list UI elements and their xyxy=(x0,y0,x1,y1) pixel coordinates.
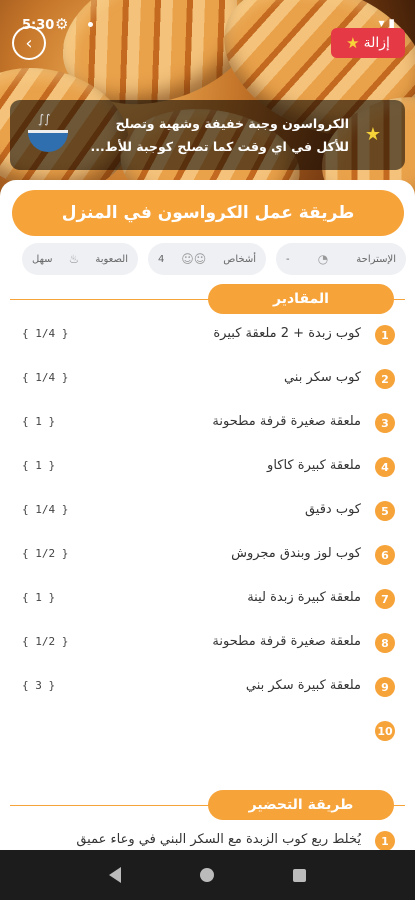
ingredient-number: 7 xyxy=(375,589,395,609)
ingredient-row: 8 ملعقة صغيرة قرفة مطحونة { 1/2 } xyxy=(0,630,415,656)
star-icon[interactable]: ★ xyxy=(365,124,381,145)
ingredients-header: المقادير xyxy=(0,284,415,314)
nav-home-icon[interactable] xyxy=(199,868,214,882)
recipe-card: طريقة عمل الكرواسون في المنزل الإستراحة … xyxy=(0,180,415,851)
ingredient-number: 6 xyxy=(375,545,395,565)
persons-value: 4 xyxy=(158,253,165,265)
ingredient-number: 1 xyxy=(375,325,395,345)
ingredient-number: 2 xyxy=(375,369,395,389)
ingredient-name: ملعقة صغيرة قرفة مطحونة xyxy=(212,414,361,429)
ingredient-quantity: { 1/4 } xyxy=(22,327,69,340)
settings-gear-icon: ⚙ xyxy=(55,15,69,33)
ingredient-number: 5 xyxy=(375,501,395,521)
system-nav-bar xyxy=(0,850,415,900)
ingredient-quantity: { 1/2 } xyxy=(22,635,69,648)
ingredient-quantity: { 1 } xyxy=(22,591,56,604)
back-button[interactable]: ‹ xyxy=(12,26,46,60)
difficulty-chip: الصعوبة ♨ سهل xyxy=(22,243,138,275)
banner-text: الكرواسون وجبة خفيفة وشهية وتصلح للأكل ف… xyxy=(90,116,349,154)
ingredient-name: ملعقة كبيرة كاكاو xyxy=(267,458,361,473)
notification-dot-icon xyxy=(88,22,93,27)
ingredient-name: كوب زبدة + 2 ملعقة كبيرة xyxy=(213,326,361,341)
ingredient-name: ملعقة كبيرة زبدة لينة xyxy=(247,590,361,605)
ingredient-name: كوب سكر بني xyxy=(283,370,361,385)
ingredient-quantity: { 1/4 } xyxy=(22,503,69,516)
ingredient-row: 7 ملعقة كبيرة زبدة لينة { 1 } xyxy=(0,586,415,612)
ingredient-row: 3 ملعقة صغيرة قرفة مطحونة { 1 } xyxy=(0,410,415,436)
ingredient-number: 10 xyxy=(375,721,395,741)
clock-icon: ◔ xyxy=(317,252,329,266)
ingredient-quantity: { 1 } xyxy=(22,415,56,428)
preparation-heading: طريقة التحضير xyxy=(208,790,394,820)
ingredient-name: ملعقة كبيرة سكر بني xyxy=(245,678,361,693)
preparation-header: طريقة التحضير xyxy=(0,790,415,820)
ingredient-row: 4 ملعقة كبيرة كاكاو { 1 } xyxy=(0,454,415,480)
chef-icon: ♨ xyxy=(68,252,80,266)
ingredient-quantity: { 1/2 } xyxy=(22,547,69,560)
step-number: 1 xyxy=(375,831,395,851)
ingredient-row: 10 xyxy=(0,718,415,744)
rest-time-chip: الإستراحة ◔ - xyxy=(276,243,406,275)
ingredients-heading: المقادير xyxy=(208,284,394,314)
step-text: يُخلط ربع كوب الزبدة مع السكر البني في و… xyxy=(76,832,361,847)
ingredient-name: ملعقة صغيرة قرفة مطحونة xyxy=(212,634,361,649)
ingredient-name: كوب لوز وبندق مجروش xyxy=(231,546,361,561)
difficulty-value: سهل xyxy=(32,253,53,265)
ingredient-number: 3 xyxy=(375,413,395,433)
persons-chip: أشخاص ☺☺ 4 xyxy=(148,243,266,275)
recipe-description-banner: ★ الكرواسون وجبة خفيفة وشهية وتصلح للأكل… xyxy=(10,100,405,170)
nav-back-icon[interactable] xyxy=(109,867,122,883)
recipe-title: طريقة عمل الكرواسون في المنزل xyxy=(12,190,404,236)
ingredient-number: 4 xyxy=(375,457,395,477)
ingredient-row: 9 ملعقة كبيرة سكر بني { 3 } xyxy=(0,674,415,700)
people-icon: ☺☺ xyxy=(181,252,207,266)
difficulty-label: الصعوبة xyxy=(95,253,128,265)
bowl-icon: ∫∫ xyxy=(24,112,76,158)
ingredient-quantity: { 3 } xyxy=(22,679,56,692)
ingredient-row: 1 كوب زبدة + 2 ملعقة كبيرة { 1/4 } xyxy=(0,322,415,348)
star-icon: ★ xyxy=(346,34,360,52)
ingredient-name: كوب دقيق xyxy=(304,502,361,517)
chevron-left-icon: ‹ xyxy=(25,32,33,54)
persons-label: أشخاص xyxy=(223,253,256,265)
hero-image: 5:30 ⚙ ▾ ▮ ‹ ★ إزالة ★ الكرواسون وجبة خف… xyxy=(0,0,415,205)
ingredient-row: 5 كوب دقيق { 1/4 } xyxy=(0,498,415,524)
ingredient-row: 6 كوب لوز وبندق مجروش { 1/2 } xyxy=(0,542,415,568)
nav-recents-icon[interactable] xyxy=(292,868,306,882)
ingredient-quantity: { 1 } xyxy=(22,459,56,472)
rest-label: الإستراحة xyxy=(356,253,396,265)
remove-label: إزالة xyxy=(363,35,390,51)
ingredient-quantity: { 1/4 } xyxy=(22,371,69,384)
ingredient-number: 9 xyxy=(375,677,395,697)
ingredient-number: 8 xyxy=(375,633,395,653)
rest-value: - xyxy=(286,253,290,265)
ingredient-row: 2 كوب سكر بني { 1/4 } xyxy=(0,366,415,392)
remove-favorite-button[interactable]: ★ إزالة xyxy=(331,28,405,58)
